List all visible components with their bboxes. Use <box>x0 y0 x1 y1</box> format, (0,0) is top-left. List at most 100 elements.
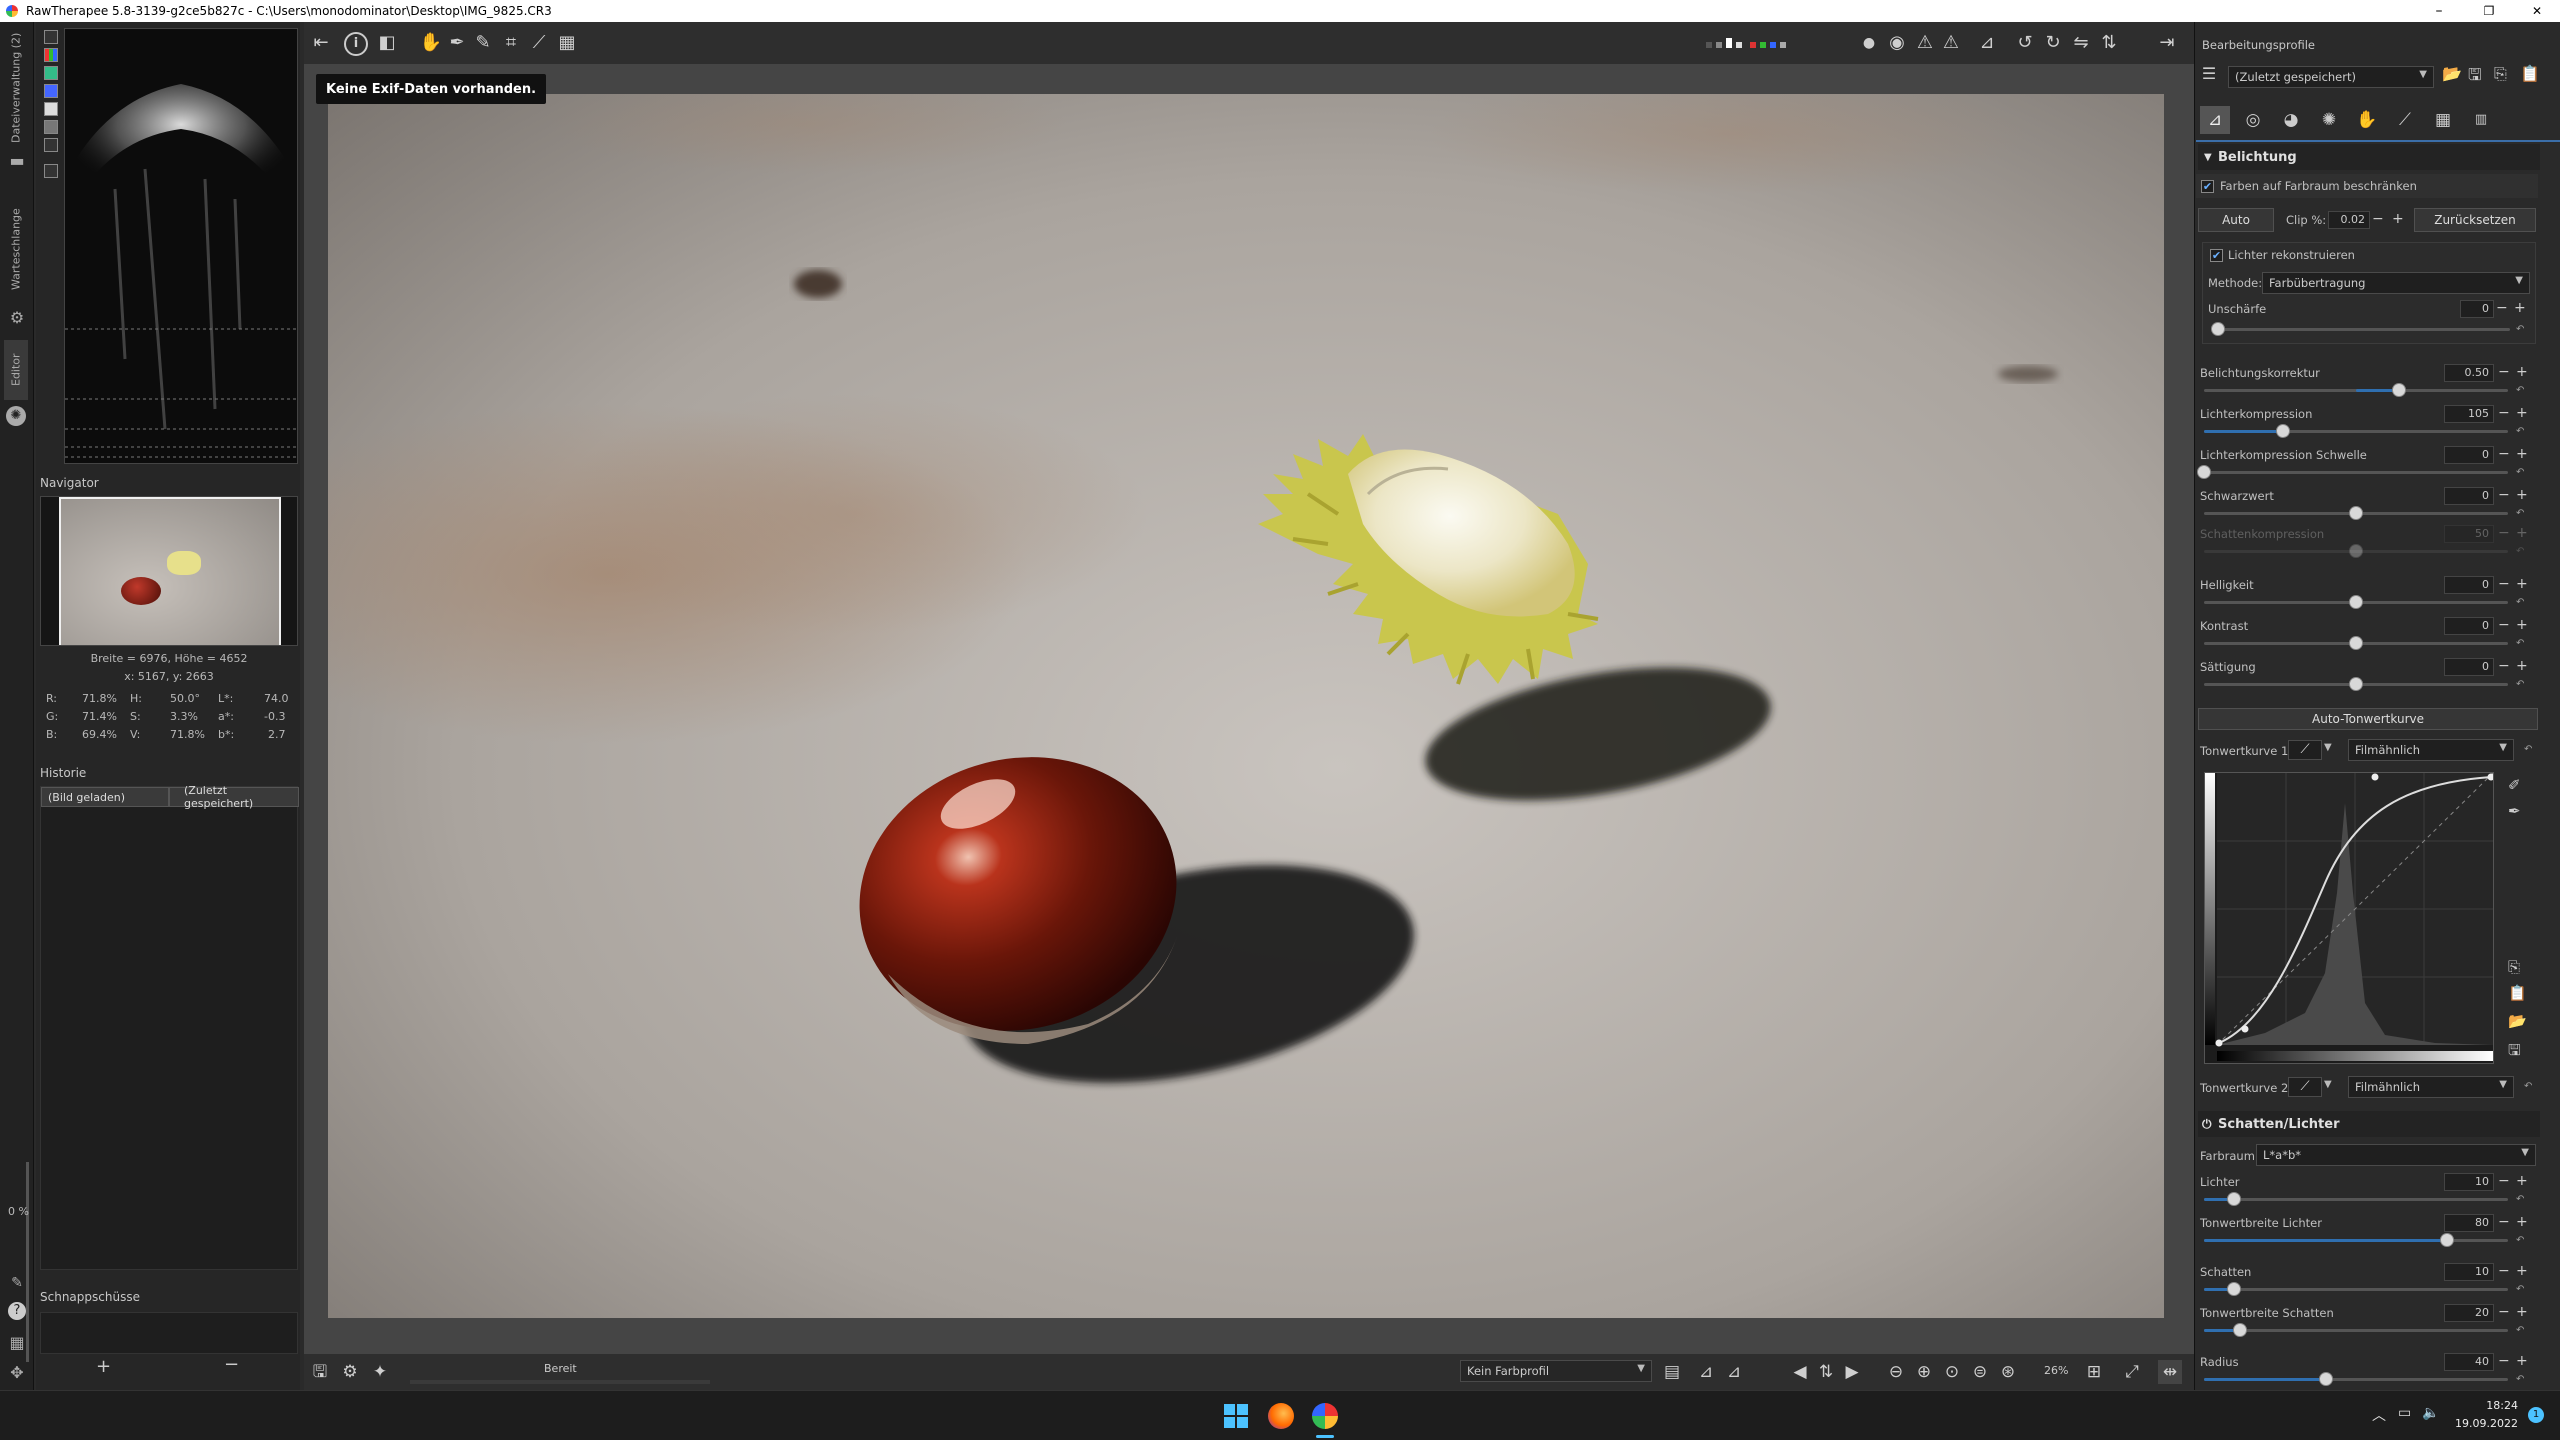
highlight-warning-icon[interactable]: ⚠ <box>1938 30 1964 56</box>
flip-vertical-icon[interactable]: ⇅ <box>2096 30 2122 56</box>
contrast-decrement[interactable]: − <box>2498 616 2510 634</box>
sh-highlight-width-increment[interactable]: + <box>2516 1213 2528 1231</box>
auto-levels-button[interactable]: Auto <box>2198 208 2274 232</box>
sh-shadows-increment[interactable]: + <box>2516 1262 2528 1280</box>
minimize-button[interactable]: – <box>2416 0 2462 22</box>
sync-icon[interactable]: ⇅ <box>1814 1360 1838 1384</box>
profile-list-icon[interactable]: ☰ <box>2198 64 2220 86</box>
shadow-compression-slider-handle[interactable] <box>2349 544 2363 558</box>
save-profile-icon[interactable]: 🖫 <box>2468 64 2490 86</box>
method-select[interactable]: Farbübertragung ▼ <box>2262 272 2530 294</box>
exposure-compensation-slider-handle[interactable] <box>2391 383 2406 397</box>
tab-meta-icon[interactable]: ▥ <box>2466 106 2496 134</box>
lightness-increment[interactable]: + <box>2516 575 2528 593</box>
flip-horizontal-icon[interactable]: ⇋ <box>2068 30 2094 56</box>
contrast-slider-handle[interactable] <box>2349 636 2363 650</box>
new-detail-window-icon[interactable]: ⊞ <box>2082 1360 2106 1384</box>
black-level-slider-handle[interactable] <box>2349 506 2363 520</box>
rgb-channel-icon[interactable] <box>44 48 58 62</box>
highlight-compression-value[interactable]: 105 <box>2444 405 2494 423</box>
sh-shadows-decrement[interactable]: − <box>2498 1262 2510 1280</box>
history-item-saved[interactable]: (Zuletzt gespeichert) <box>169 784 299 810</box>
saturation-reset-icon[interactable]: ↶ <box>2516 679 2524 690</box>
clock-date[interactable]: 19.09.2022 <box>2440 1417 2518 1430</box>
contrast-reset-icon[interactable]: ↶ <box>2516 638 2524 649</box>
start-icon[interactable] <box>1224 1404 1248 1428</box>
sh-shadows-value[interactable]: 10 <box>2444 1263 2494 1281</box>
focus-mask-icon[interactable]: ● <box>1856 30 1882 56</box>
green-channel-icon[interactable] <box>44 66 58 80</box>
highlight-compression-decrement[interactable]: − <box>2498 404 2510 422</box>
tab-color-icon[interactable]: ◕ <box>2276 106 2306 134</box>
tone-curve-plot[interactable] <box>2205 772 2495 1063</box>
shadow-compression-decrement[interactable]: − <box>2498 524 2510 542</box>
zoom-out-icon[interactable]: ⊖ <box>1884 1360 1908 1384</box>
tab-exposure-icon[interactable]: ⊿ <box>2200 106 2230 134</box>
lightness-reset-icon[interactable]: ↶ <box>2516 597 2524 608</box>
saturation-value[interactable]: 0 <box>2444 658 2494 676</box>
luminance-icon[interactable] <box>44 102 58 116</box>
highlight-threshold-increment[interactable]: + <box>2516 445 2528 463</box>
shadow-compression-reset-icon[interactable]: ↶ <box>2516 546 2524 557</box>
hide-left-panel-icon[interactable]: ⇤ <box>308 30 334 56</box>
sh-radius-value[interactable]: 40 <box>2444 1353 2494 1371</box>
raw-histogram-icon[interactable] <box>44 138 58 152</box>
highlight-threshold-value[interactable]: 0 <box>2444 446 2494 464</box>
rotate-left-icon[interactable]: ↺ <box>2012 30 2038 56</box>
highlight-threshold-slider-handle[interactable] <box>2197 465 2211 479</box>
color-picker-icon[interactable]: ✒ <box>444 30 470 56</box>
histogram-mode-icon[interactable] <box>44 30 58 44</box>
sh-shadows-slider-track[interactable] <box>2204 1288 2508 1291</box>
maximize-button[interactable]: ❐ <box>2466 0 2512 22</box>
hide-right-panel-icon[interactable]: ⇥ <box>2154 30 2180 56</box>
curve-save-icon[interactable]: 🖫 <box>2508 1040 2521 1065</box>
power-icon[interactable]: ⏻ <box>2202 1117 2212 1132</box>
blur-slider-track[interactable] <box>2214 328 2510 331</box>
highlight-compression-increment[interactable]: + <box>2516 404 2528 422</box>
tab-advanced-icon[interactable]: ✺ <box>2314 106 2344 134</box>
tab-local-icon[interactable]: ✋ <box>2352 106 2382 134</box>
history-list[interactable]: (Bild geladen) (Zuletzt gespeichert) <box>40 784 299 1270</box>
exposure-compensation-value[interactable]: 0.50 <box>2444 364 2494 382</box>
shadow-compression-value[interactable]: 50 <box>2444 525 2494 543</box>
sh-highlights-reset-icon[interactable]: ↶ <box>2516 1194 2524 1205</box>
volume-icon[interactable]: 🔈 <box>2422 1405 2439 1421</box>
curve1-reset-icon[interactable]: ↶ <box>2524 744 2532 755</box>
shadows-highlights-section-header[interactable]: ⏻ Schatten/Lichter <box>2198 1111 2540 1137</box>
firefox-icon[interactable] <box>1268 1403 1294 1429</box>
saturation-slider-handle[interactable] <box>2349 677 2363 691</box>
photo-preview[interactable] <box>328 94 2164 1318</box>
sh-radius-reset-icon[interactable]: ↶ <box>2516 1374 2524 1385</box>
highlight-threshold-reset-icon[interactable]: ↶ <box>2516 467 2524 478</box>
blur-value[interactable]: 0 <box>2460 300 2494 318</box>
blur-increment[interactable]: + <box>2514 299 2526 317</box>
highlight-recon-checkbox[interactable]: ✔ <box>2210 249 2223 262</box>
sh-shadow-width-value[interactable]: 20 <box>2444 1304 2494 1322</box>
clip-gamut-checkbox[interactable]: ✔ <box>2201 180 2214 193</box>
sh-highlights-increment[interactable]: + <box>2516 1172 2528 1190</box>
highlight-threshold-slider-track[interactable] <box>2204 471 2508 474</box>
sh-radius-slider-handle[interactable] <box>2318 1372 2333 1386</box>
sh-radius-increment[interactable]: + <box>2516 1352 2528 1370</box>
gamut-icon[interactable]: ◉ <box>1884 30 1910 56</box>
open-profile-icon[interactable]: 📂 <box>2442 64 2464 86</box>
curve1-type-button[interactable]: ⟋ <box>2288 740 2322 760</box>
info-icon[interactable]: i <box>344 32 368 56</box>
add-snapshot-button[interactable]: + <box>96 1356 111 1377</box>
softproof-icon[interactable]: ⊿ <box>1694 1360 1718 1384</box>
fullscreen-icon[interactable]: ⤢ <box>2120 1360 2144 1384</box>
toggle-panels-icon[interactable]: ⇹ <box>2158 1360 2182 1384</box>
close-button[interactable]: ✕ <box>2514 0 2560 22</box>
contrast-increment[interactable]: + <box>2516 616 2528 634</box>
crop-icon[interactable]: ⌗ <box>498 30 524 56</box>
tray-chevron-icon[interactable]: ︿ <box>2372 1405 2386 1425</box>
edit-icon[interactable]: ✎ <box>6 1272 28 1294</box>
previous-image-icon[interactable]: ◀ <box>1788 1360 1812 1384</box>
contrast-value[interactable]: 0 <box>2444 617 2494 635</box>
hand-tool-icon[interactable]: ✋ <box>418 30 444 56</box>
clip-decrement[interactable]: − <box>2372 210 2384 228</box>
exposure-compensation-decrement[interactable]: − <box>2498 363 2510 381</box>
sh-shadows-reset-icon[interactable]: ↶ <box>2516 1284 2524 1295</box>
sh-highlight-width-decrement[interactable]: − <box>2498 1213 2510 1231</box>
zoom-fit-icon[interactable]: ⊜ <box>1968 1360 1992 1384</box>
